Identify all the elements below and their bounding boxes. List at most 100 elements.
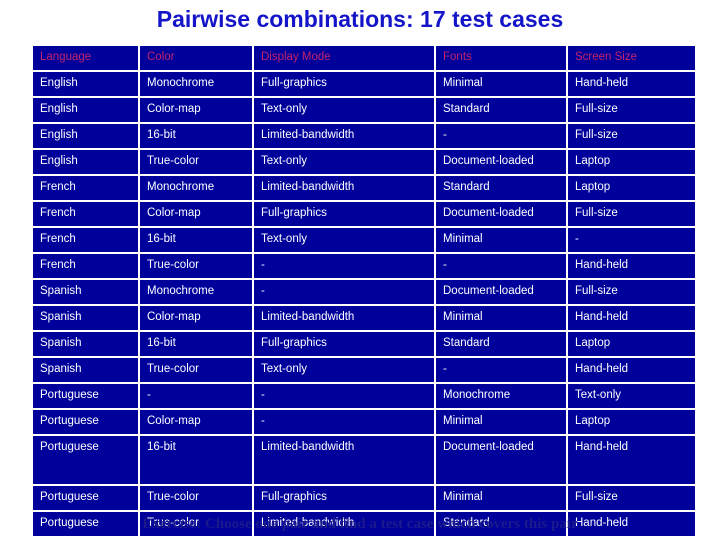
page-title: Pairwise combinations: 17 test cases	[156, 6, 564, 32]
cell-fonts: Minimal	[436, 228, 566, 252]
cell-color: Color-map	[140, 306, 252, 330]
exercise-footer-text: Exercise: Choose one pair and find a tes…	[142, 516, 578, 532]
pairwise-combinations-table: Language Color Display Mode Fonts Screen…	[31, 44, 697, 538]
table-row: English Color-map Text-only Standard Full-si…	[33, 98, 695, 122]
cell-color: 16-bit	[140, 124, 252, 148]
cell-language: English	[33, 72, 138, 96]
cell-language: Portuguese	[33, 384, 138, 408]
cell-language: English	[33, 150, 138, 174]
cell-language: Portuguese	[33, 486, 138, 510]
cell-display-mode: -	[254, 410, 434, 434]
table-row: French True-color - - Hand-held	[33, 254, 695, 278]
cell-screen-size: Full-size	[568, 124, 695, 148]
cell-language: French	[33, 228, 138, 252]
table-row: Spanish 16-bit Full-graphics Standard Laptop	[33, 332, 695, 356]
cell-fonts: Standard	[436, 332, 566, 356]
cell-fonts: -	[436, 254, 566, 278]
cell-screen-size: -	[568, 228, 695, 252]
cell-screen-size: Hand-held	[568, 436, 695, 484]
cell-fonts: Document-loaded	[436, 150, 566, 174]
table-row: Portuguese True-color Full-graphics Minimal…	[33, 486, 695, 510]
table-row: French Monochrome Limited-bandwidth Standar…	[33, 176, 695, 200]
column-header-screen-size: Screen Size	[568, 46, 695, 70]
cell-screen-size: Laptop	[568, 150, 695, 174]
cell-display-mode: Text-only	[254, 98, 434, 122]
cell-display-mode: Limited-bandwidth	[254, 176, 434, 200]
cell-fonts: Minimal	[436, 306, 566, 330]
table-header: Language Color Display Mode Fonts Screen…	[33, 46, 695, 70]
cell-screen-size: Full-size	[568, 202, 695, 226]
cell-language: French	[33, 202, 138, 226]
column-header-fonts: Fonts	[436, 46, 566, 70]
cell-screen-size: Full-size	[568, 486, 695, 510]
cell-fonts: Minimal	[436, 410, 566, 434]
table-row: English 16-bit Limited-bandwidth - Full-size	[33, 124, 695, 148]
cell-display-mode: Text-only	[254, 358, 434, 382]
table-row: English True-color Text-only Document-loade…	[33, 150, 695, 174]
cell-color: Color-map	[140, 202, 252, 226]
table-row: Spanish Monochrome - Document-loaded Full-si…	[33, 280, 695, 304]
cell-display-mode: -	[254, 384, 434, 408]
cell-language: Spanish	[33, 280, 138, 304]
cell-fonts: Monochrome	[436, 384, 566, 408]
cell-language: Spanish	[33, 358, 138, 382]
cell-color: Monochrome	[140, 280, 252, 304]
cell-color: Monochrome	[140, 72, 252, 96]
table-header-row: Language Color Display Mode Fonts Screen…	[33, 46, 695, 70]
column-header-language: Language	[33, 46, 138, 70]
cell-display-mode: Full-graphics	[254, 332, 434, 356]
cell-color: Color-map	[140, 410, 252, 434]
cell-display-mode: Full-graphics	[254, 486, 434, 510]
cell-display-mode: Full-graphics	[254, 72, 434, 96]
table-row: Portuguese Color-map - Minimal Laptop	[33, 410, 695, 434]
cell-language: Spanish	[33, 306, 138, 330]
cell-fonts: Standard	[436, 176, 566, 200]
table-row: French Color-map Full-graphics Document-loa…	[33, 202, 695, 226]
cell-fonts: Standard	[436, 98, 566, 122]
table-row: French 16-bit Text-only Minimal -	[33, 228, 695, 252]
cell-fonts: -	[436, 358, 566, 382]
cell-color: True-color	[140, 254, 252, 278]
cell-color: True-color	[140, 150, 252, 174]
cell-screen-size: Laptop	[568, 332, 695, 356]
table-row: Portuguese - - Monochrome Text-only	[33, 384, 695, 408]
slide-root: Pairwise combinations: 17 test cases Lan…	[0, 0, 720, 540]
cell-fonts: Document-loaded	[436, 280, 566, 304]
cell-display-mode: -	[254, 280, 434, 304]
cell-screen-size: Laptop	[568, 410, 695, 434]
cell-fonts: Minimal	[436, 486, 566, 510]
cell-screen-size: Full-size	[568, 98, 695, 122]
cell-language: Portuguese	[33, 436, 138, 484]
cell-screen-size: Hand-held	[568, 254, 695, 278]
table-row: English Monochrome Full-graphics Minimal Han…	[33, 72, 695, 96]
cell-color: 16-bit	[140, 228, 252, 252]
cell-language: French	[33, 254, 138, 278]
table-row: Portuguese 16-bit Limited-bandwidth Documen…	[33, 436, 695, 484]
cell-screen-size: Hand-held	[568, 358, 695, 382]
cell-display-mode: Limited-bandwidth	[254, 306, 434, 330]
cell-display-mode: Full-graphics	[254, 202, 434, 226]
cell-display-mode: Limited-bandwidth	[254, 124, 434, 148]
cell-color: 16-bit	[140, 332, 252, 356]
cell-fonts: -	[436, 124, 566, 148]
cell-color: True-color	[140, 358, 252, 382]
cell-display-mode: -	[254, 254, 434, 278]
cell-language: English	[33, 124, 138, 148]
table-row: Spanish Color-map Limited-bandwidth Minimal…	[33, 306, 695, 330]
cell-display-mode: Text-only	[254, 150, 434, 174]
cell-language: Portuguese	[33, 410, 138, 434]
cell-display-mode: Limited-bandwidth	[254, 436, 434, 484]
cell-screen-size: Hand-held	[568, 306, 695, 330]
cell-color: -	[140, 384, 252, 408]
cell-language: Spanish	[33, 332, 138, 356]
column-header-color: Color	[140, 46, 252, 70]
cell-fonts: Document-loaded	[436, 436, 566, 484]
cell-fonts: Minimal	[436, 72, 566, 96]
table-body: English Monochrome Full-graphics Minimal Han…	[33, 72, 695, 536]
cell-screen-size: Text-only	[568, 384, 695, 408]
table-row: Spanish True-color Text-only - Hand-held	[33, 358, 695, 382]
cell-fonts: Document-loaded	[436, 202, 566, 226]
cell-display-mode: Text-only	[254, 228, 434, 252]
cell-screen-size: Full-size	[568, 280, 695, 304]
cell-language: French	[33, 176, 138, 200]
